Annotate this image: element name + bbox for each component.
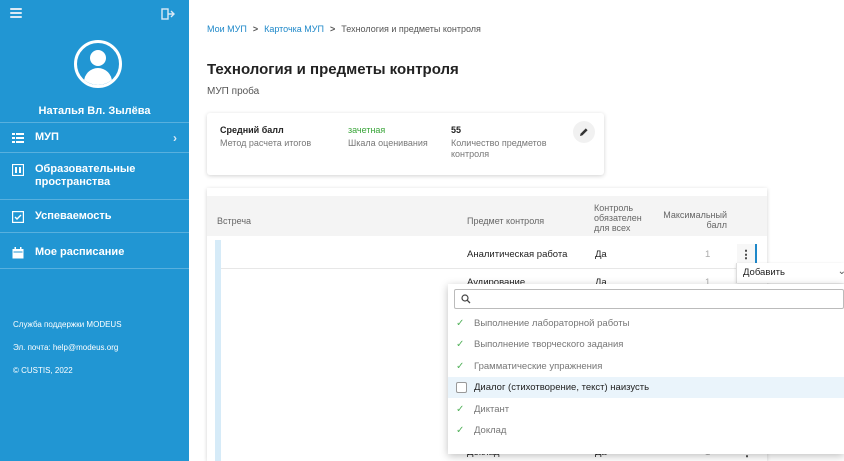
- sidebar-item-spaces[interactable]: Образовательные пространства: [0, 163, 189, 189]
- breadcrumb: Мои МУП > Карточка МУП > Технология и пр…: [207, 24, 481, 34]
- sidebar: Наталья Вл. Зылёва МУП › Образовательные…: [0, 0, 189, 461]
- summary-card: Средний балл Метод расчета итогов зачетн…: [207, 113, 604, 175]
- option-item[interactable]: ✓ Выполнение творческого задания: [448, 334, 844, 355]
- sidebar-item-label: МУП: [35, 131, 59, 143]
- search-field[interactable]: [454, 289, 844, 310]
- meeting-group-bar: [215, 240, 221, 461]
- checkbox-icon[interactable]: [456, 382, 467, 393]
- summary-method: Средний балл Метод расчета итогов: [220, 125, 311, 149]
- sidebar-divider: [0, 199, 189, 200]
- avatar-body-icon: [84, 68, 112, 85]
- user-name: Наталья Вл. Зылёва: [38, 105, 151, 117]
- option-label: Диалог (стихотворение, текст) наизусть: [474, 382, 650, 393]
- sidebar-divider: [0, 122, 189, 123]
- edit-button[interactable]: [573, 121, 595, 143]
- option-label: Выполнение творческого задания: [474, 339, 624, 350]
- checkbox-icon: [12, 211, 24, 223]
- logout-icon[interactable]: [161, 8, 175, 20]
- row-divider: [221, 268, 767, 269]
- header-required: Контроль обязателен для всех: [594, 203, 642, 233]
- sidebar-header: [0, 0, 189, 28]
- row-actions-icon[interactable]: ⋮: [737, 244, 757, 264]
- option-item[interactable]: ✓ Диктант: [448, 399, 844, 420]
- check-icon: ✓: [456, 318, 465, 329]
- summary-method-value: Средний балл: [220, 125, 284, 135]
- avatar[interactable]: [74, 40, 122, 88]
- option-label: Выполнение лабораторной работы: [474, 318, 630, 329]
- check-icon: ✓: [456, 361, 465, 372]
- sidebar-item-label: Мое расписание: [35, 246, 125, 258]
- breadcrumb-current: Технология и предметы контроля: [341, 24, 481, 34]
- breadcrumb-separator: >: [330, 24, 336, 34]
- option-item[interactable]: ✓ Выполнение лабораторной работы: [448, 313, 844, 334]
- breadcrumb-link-my-mup[interactable]: Мои МУП: [207, 24, 247, 34]
- sidebar-divider: [0, 268, 189, 269]
- header-meeting: Встреча: [217, 216, 252, 226]
- page-subtitle: МУП проба: [207, 86, 260, 97]
- option-label: Доклад: [474, 425, 507, 436]
- sidebar-item-schedule[interactable]: Мое расписание: [0, 246, 189, 259]
- option-label: Диктант: [474, 404, 510, 415]
- sidebar-divider: [0, 232, 189, 233]
- check-icon: ✓: [456, 425, 465, 436]
- page-title: Технология и предметы контроля: [207, 61, 459, 78]
- add-dropdown-label: Добавить: [743, 267, 785, 278]
- table-row-max: 1: [705, 249, 711, 260]
- menu-icon[interactable]: [10, 8, 22, 18]
- search-icon: [461, 294, 471, 304]
- sidebar-item-label: Успеваемость: [35, 210, 112, 222]
- sidebar-item-label: Образовательные пространства: [35, 163, 136, 188]
- support-title: Служба поддержки MODEUS: [13, 320, 122, 329]
- breadcrumb-link-mup-card[interactable]: Карточка МУП: [264, 24, 324, 34]
- sidebar-item-progress[interactable]: Успеваемость: [0, 210, 189, 223]
- option-item[interactable]: ✓ Доклад: [448, 420, 844, 441]
- add-dropdown[interactable]: Добавить ⌄: [736, 263, 844, 283]
- chevron-down-icon: ⌄: [837, 266, 844, 277]
- summary-count-value: 55: [451, 125, 462, 135]
- search-input[interactable]: [455, 291, 843, 310]
- chevron-right-icon: ›: [173, 131, 177, 145]
- summary-method-label: Метод расчета итогов: [220, 138, 312, 148]
- copyright: © CUSTIS, 2022: [13, 366, 73, 375]
- calendar-icon: [12, 247, 24, 259]
- option-item-highlighted[interactable]: Диалог (стихотворение, текст) наизусть: [448, 377, 844, 398]
- option-item[interactable]: ✓ Грамматические упражнения: [448, 356, 844, 377]
- summary-scale-label: Шкала оценивания: [348, 138, 428, 148]
- pencil-icon: [580, 128, 588, 136]
- sidebar-item-mup[interactable]: МУП ›: [0, 131, 189, 145]
- list-icon: [12, 133, 24, 143]
- header-subject: Предмет контроля: [467, 216, 545, 226]
- subject-select-popup: ✓ Выполнение лабораторной работы ✓ Выпол…: [448, 284, 844, 454]
- summary-count: 55 Количество предметов контроля: [451, 125, 571, 160]
- breadcrumb-separator: >: [252, 24, 259, 34]
- grid-icon: [12, 164, 24, 176]
- summary-count-label: Количество предметов контроля: [451, 138, 547, 159]
- support-email[interactable]: Эл. почта: help@modeus.org: [13, 343, 118, 352]
- table-row-required: Да: [595, 249, 607, 260]
- summary-scale-value: зачетная: [348, 125, 386, 135]
- summary-scale: зачетная Шкала оценивания: [348, 125, 428, 149]
- option-label: Грамматические упражнения: [474, 361, 603, 372]
- table-header: Встреча Предмет контроля Контроль обязат…: [207, 196, 767, 236]
- table-row-subject: Аналитическая работа: [467, 249, 568, 260]
- sidebar-divider: [0, 152, 189, 153]
- check-icon: ✓: [456, 404, 465, 415]
- check-icon: ✓: [456, 339, 465, 350]
- avatar-head-icon: [90, 50, 106, 66]
- header-max-score: Максимальный балл: [663, 210, 727, 230]
